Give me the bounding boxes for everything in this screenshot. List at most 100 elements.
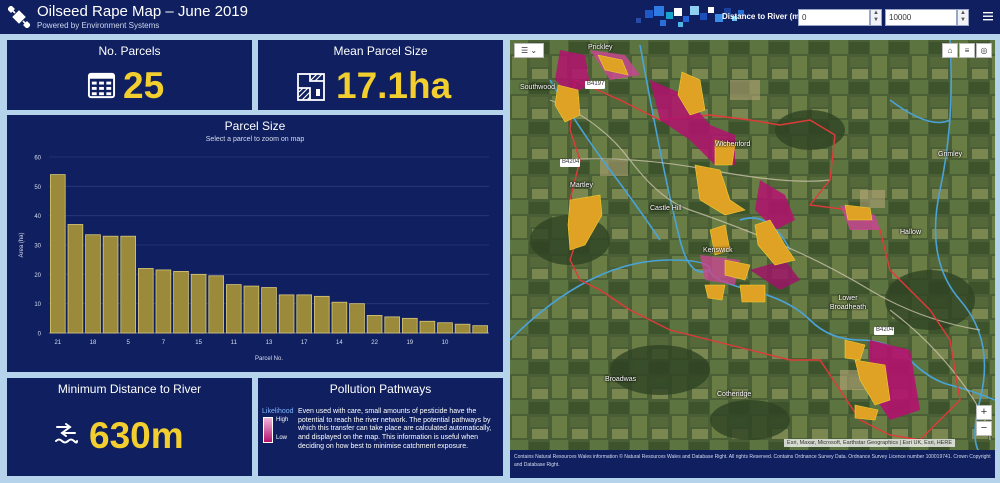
- layer-list-dropdown[interactable]: ☰ ⌄: [514, 43, 544, 58]
- x-tick-label: 7: [162, 340, 166, 346]
- app-subtitle: Powered by Environment Systems: [37, 21, 160, 30]
- chart-bar[interactable]: [314, 295, 330, 334]
- place-label: Wichenford: [715, 141, 751, 148]
- legend-high-label: High: [276, 417, 289, 423]
- likelihood-color-ramp: [263, 417, 273, 443]
- mean-parcel-size-title: Mean Parcel Size: [333, 44, 428, 58]
- y-tick-label: 0: [38, 332, 42, 338]
- chart-bar[interactable]: [102, 235, 119, 334]
- chart-bar[interactable]: [190, 273, 207, 334]
- parcel-map-icon: [297, 73, 325, 101]
- y-tick-label: 50: [34, 185, 41, 191]
- distance-min-stepper[interactable]: ▲ ▼: [870, 9, 882, 26]
- chart-bar[interactable]: [226, 284, 242, 334]
- y-tick-label: 20: [34, 273, 41, 279]
- x-tick-label: 15: [195, 340, 202, 346]
- road-label: B4204: [562, 159, 580, 165]
- x-tick-label: 18: [90, 340, 97, 346]
- x-tick-label: 19: [406, 340, 413, 346]
- chart-bar[interactable]: [120, 235, 136, 334]
- chart-bar[interactable]: [366, 314, 383, 334]
- map-attribution: Esri, Maxar, Microsoft, Earthstar Geogra…: [784, 439, 955, 447]
- map-copyright-footer: Contains Natural Resources Wales informa…: [510, 450, 995, 478]
- mean-parcel-size-panel: Mean Parcel Size 17.1ha: [258, 40, 503, 110]
- chart-bar[interactable]: [243, 285, 260, 334]
- hamburger-menu-icon[interactable]: [982, 10, 994, 22]
- chart-bar[interactable]: [138, 268, 154, 334]
- distance-max-input[interactable]: 10000: [885, 9, 957, 26]
- table-grid-icon: [87, 72, 116, 99]
- chart-bar[interactable]: [472, 325, 488, 334]
- place-label: Castle Hill: [650, 205, 682, 212]
- chart-bar[interactable]: [331, 301, 348, 334]
- chart-bar[interactable]: [437, 322, 453, 334]
- zoom-in-button[interactable]: +: [976, 405, 992, 420]
- legend-button[interactable]: ≡: [959, 43, 975, 58]
- chart-bar[interactable]: [419, 320, 436, 334]
- x-axis-title: Parcel No.: [255, 356, 283, 362]
- list-icon: ≡: [964, 46, 970, 55]
- min-distance-title: Minimum Distance to River: [57, 382, 202, 396]
- river-flow-icon: [55, 423, 78, 444]
- x-tick-label: 13: [266, 340, 273, 346]
- place-label: Grimley: [938, 151, 963, 158]
- chart-bar[interactable]: [278, 294, 295, 334]
- chart-bar[interactable]: [67, 224, 84, 334]
- mean-parcel-size-value: 17.1ha: [336, 65, 452, 106]
- basemap-button[interactable]: ◎: [976, 43, 992, 58]
- road-label: B4197: [587, 81, 605, 87]
- pollution-pathways-panel: Pollution Pathways Likelihood High Low E…: [258, 378, 503, 476]
- satellite-map-canvas[interactable]: [510, 40, 995, 478]
- chart-bar[interactable]: [85, 234, 101, 334]
- chart-bar[interactable]: [454, 323, 471, 334]
- chevron-down-icon: ⌄: [530, 46, 538, 55]
- parcel-count-panel: No. Parcels 25: [7, 40, 252, 110]
- chart-bar[interactable]: [296, 294, 312, 334]
- parcel-size-chart-panel: Parcel Size Select a parcel to zoom on m…: [7, 115, 503, 372]
- place-label: Southwood: [520, 84, 556, 91]
- chart-bar[interactable]: [155, 269, 172, 334]
- distance-filter-label: Distance to River (m): [722, 12, 803, 21]
- min-distance-value: 630m: [89, 415, 184, 456]
- map-view[interactable]: B4197 B4204 B4204 Prickley Southwood Wic…: [510, 40, 995, 478]
- place-label: Martley: [570, 182, 593, 189]
- chart-bar[interactable]: [402, 317, 418, 334]
- place-label: Lower Broadheath: [829, 295, 867, 311]
- parcel-size-bar-chart: 0 10 20 30 40 50 60 21 18 5 7 15 11 13 17 14 22 19 10 Parce…: [19, 156, 489, 362]
- zoom-out-button[interactable]: −: [976, 421, 992, 436]
- y-axis-title: Area (ha): [19, 232, 25, 257]
- layers-icon: ☰: [520, 46, 529, 55]
- legend-title: Likelihood: [262, 408, 294, 415]
- chart-bar[interactable]: [384, 316, 400, 334]
- x-tick-label: 22: [371, 340, 378, 346]
- x-tick-label: 17: [301, 340, 308, 346]
- x-tick-label: 14: [336, 340, 343, 346]
- chart-bar[interactable]: [208, 275, 224, 334]
- place-label: Cotheridge: [717, 391, 752, 398]
- home-button[interactable]: ⌂: [942, 43, 958, 58]
- road-label: B4204: [876, 327, 894, 333]
- chart-bar[interactable]: [173, 270, 189, 334]
- x-tick-label: 21: [54, 340, 61, 346]
- x-tick-label: 11: [231, 340, 238, 346]
- satellite-icon: [8, 6, 30, 28]
- chart-bar[interactable]: [349, 303, 365, 334]
- legend-low-label: Low: [276, 435, 288, 441]
- place-label: Hallow: [900, 229, 922, 236]
- parcel-count-value: 25: [123, 65, 165, 106]
- y-tick-label: 10: [34, 302, 41, 308]
- distance-max-stepper[interactable]: ▲ ▼: [957, 9, 969, 26]
- y-tick-label: 60: [34, 156, 41, 162]
- app-title: Oilseed Rape Map – June 2019: [37, 3, 248, 20]
- home-icon: ⌂: [947, 46, 953, 55]
- x-tick-label: 10: [442, 340, 449, 346]
- min-distance-panel: Minimum Distance to River 630m: [7, 378, 252, 476]
- parcel-count-title: No. Parcels: [98, 44, 161, 58]
- pollution-description: Even used with care, small amounts of pe…: [298, 408, 492, 450]
- y-tick-label: 30: [34, 244, 41, 250]
- chart-bar[interactable]: [261, 287, 277, 334]
- basemap-icon: ◎: [980, 46, 988, 55]
- chart-bar[interactable]: [50, 174, 66, 334]
- place-label: Kenswick: [703, 247, 733, 254]
- distance-min-input[interactable]: 0: [798, 9, 870, 26]
